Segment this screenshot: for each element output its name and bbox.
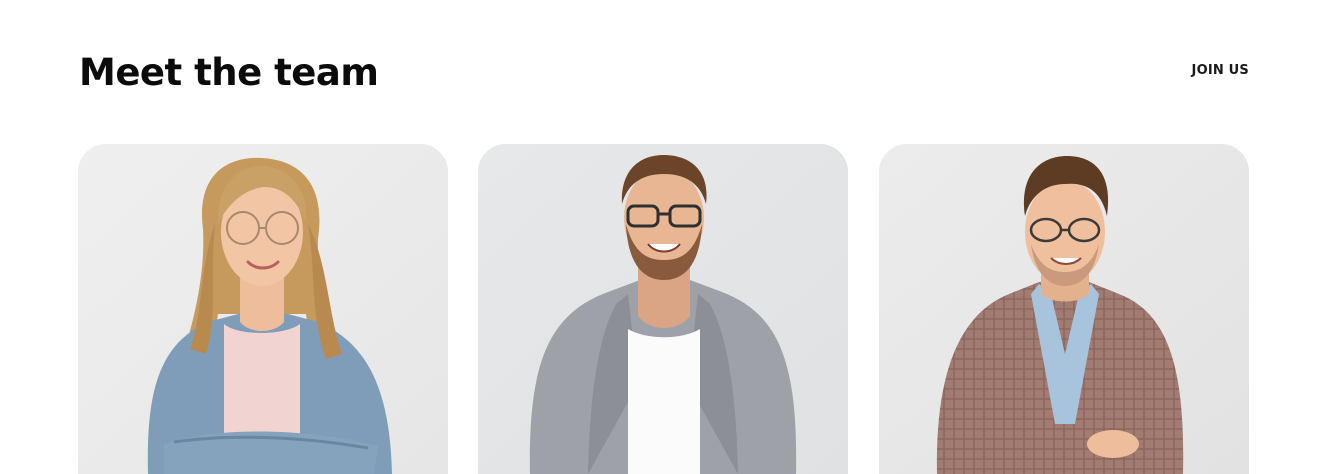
- team-member-photo-1: [78, 144, 448, 474]
- team-cards: [78, 144, 1249, 474]
- team-card-2[interactable]: [478, 144, 848, 474]
- team-member-photo-3: [879, 144, 1249, 474]
- team-member-photo-2: [478, 144, 848, 474]
- team-card-3[interactable]: [879, 144, 1249, 474]
- join-us-link[interactable]: JOIN US: [1192, 61, 1249, 81]
- section-title: Meet the team: [79, 51, 379, 94]
- team-header: Meet the team JOIN US: [79, 48, 1249, 98]
- team-card-1[interactable]: [78, 144, 448, 474]
